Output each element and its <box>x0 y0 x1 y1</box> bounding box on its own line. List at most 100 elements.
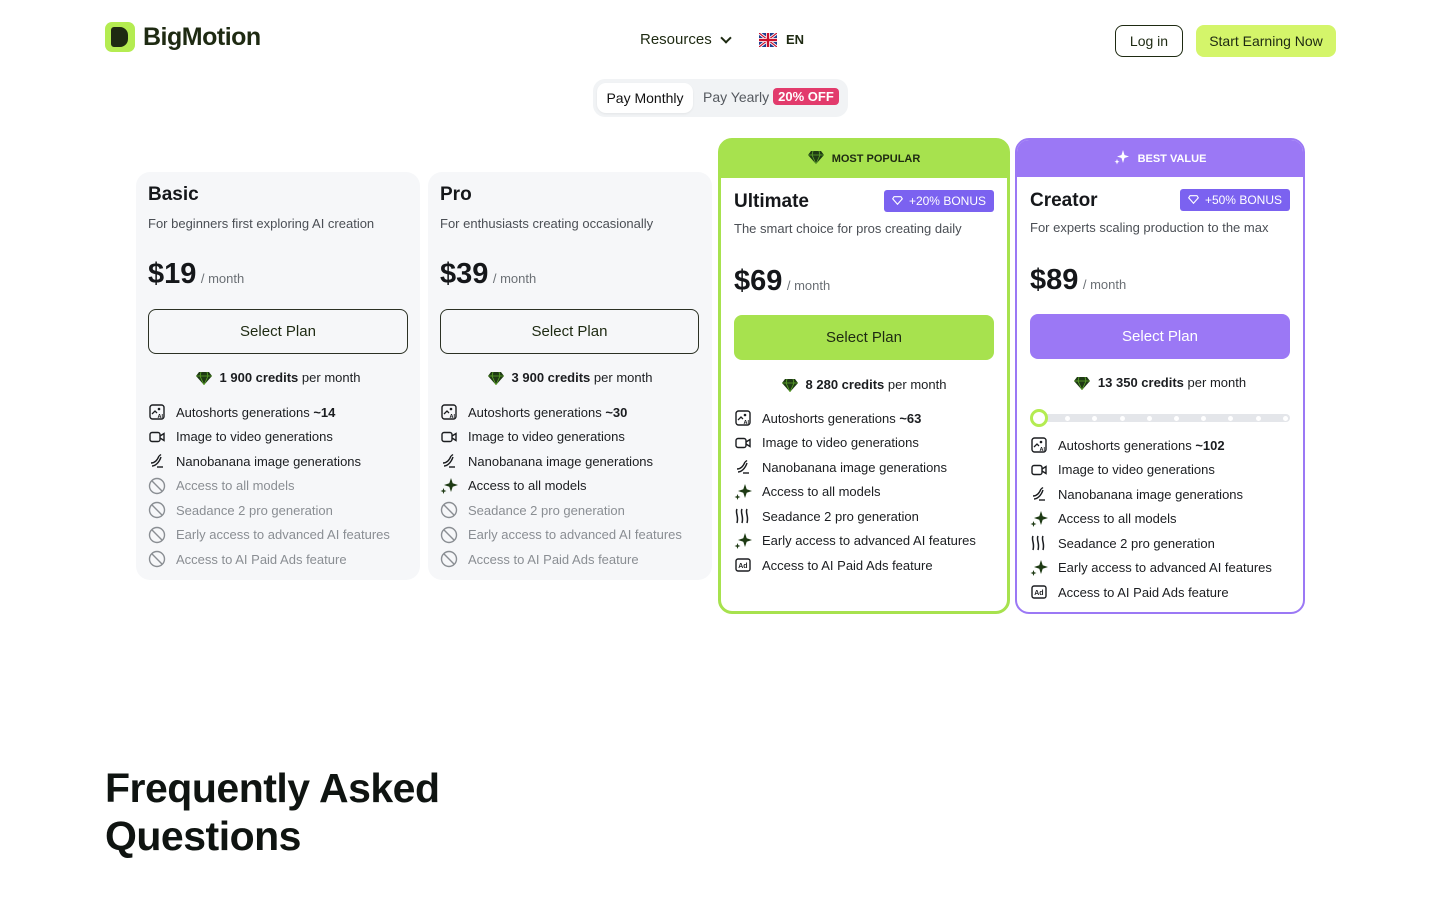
feature-label: Nanobanana image generations <box>762 460 947 475</box>
credits-value: 8 280 credits <box>805 377 885 392</box>
disabled-icon <box>440 550 458 568</box>
feature-item: Access to all models <box>440 474 705 499</box>
sparkle-icon <box>1030 559 1048 577</box>
svg-text:AI: AI <box>1040 447 1046 453</box>
plan-credits: 8 280 credits per month <box>734 377 994 393</box>
slider-thumb[interactable] <box>1030 409 1048 427</box>
feature-label: Seadance 2 pro generation <box>1058 536 1215 551</box>
nanobanana-icon <box>440 452 458 470</box>
plan-credits: 13 350 credits per month <box>1030 375 1290 391</box>
plan-card-ultimate: MOST POPULAR Ultimate The smart choice f… <box>718 138 1010 614</box>
feature-count: ~30 <box>605 404 628 420</box>
credits-slider[interactable] <box>1030 409 1290 427</box>
feature-text: Seadance 2 pro generation <box>468 502 625 518</box>
disabled-icon <box>148 550 166 568</box>
feature-text: Image to video generations <box>762 435 919 451</box>
select-plan-button[interactable]: Select Plan <box>148 309 408 354</box>
feature-item: Access to AI Paid Ads feature <box>148 547 413 572</box>
feature-label: Early access to advanced AI features <box>1058 560 1272 575</box>
diamond-icon <box>1073 376 1090 391</box>
feature-text: Autoshorts generations <box>762 410 900 426</box>
select-plan-button[interactable]: Select Plan <box>1030 314 1290 359</box>
plan-card-creator: BEST VALUE Creator For experts scaling p… <box>1015 138 1305 614</box>
feature-label: Access to all models <box>762 484 881 499</box>
feature-text: Access to all models <box>1058 511 1177 527</box>
feature-label: Access to AI Paid Ads feature <box>1058 585 1229 600</box>
seadance-icon <box>734 507 752 525</box>
price-amount: $89 <box>1030 264 1079 296</box>
feature-item: Nanobanana image generations <box>734 455 999 480</box>
best-value-banner: BEST VALUE <box>1017 140 1303 177</box>
login-button[interactable]: Log in <box>1115 25 1183 57</box>
diamond-icon <box>781 378 798 393</box>
feature-text: Image to video generations <box>1058 462 1215 478</box>
plan-price: $89 / month <box>1030 264 1126 297</box>
plan-name: Basic <box>148 184 199 205</box>
feature-label: Access to AI Paid Ads feature <box>762 558 933 573</box>
feature-text: Early access to advanced AI features <box>1058 560 1272 576</box>
feature-text: Nanobanana image generations <box>1058 486 1244 502</box>
plan-card-basic: Basic For beginners first exploring AI c… <box>136 172 420 580</box>
price-period: / month <box>1082 277 1127 292</box>
price-period: / month <box>200 271 245 286</box>
feature-label: Access to AI Paid Ads feature <box>468 552 639 567</box>
feature-text: Nanobanana image generations <box>468 453 654 469</box>
feature-count: ~14 <box>313 404 336 420</box>
slider-step-dot <box>1282 416 1288 421</box>
feature-text: Seadance 2 pro generation <box>176 502 333 518</box>
svg-text:Ad: Ad <box>1034 590 1043 597</box>
price-amount: $39 <box>440 258 489 290</box>
nanobanana-icon <box>1030 485 1048 503</box>
language-selector[interactable]: EN <box>759 32 804 47</box>
feature-list: AI Autoshorts generations ~63 Image to vid… <box>734 406 999 578</box>
plan-price: $39 / month <box>440 258 536 291</box>
plan-card-pro: Pro For enthusiasts creating occasionall… <box>428 172 712 580</box>
feature-text: Access to AI Paid Ads feature <box>468 551 639 567</box>
feature-label: Early access to advanced AI features <box>176 527 390 542</box>
nav-resources-menu[interactable]: Resources <box>640 31 732 48</box>
feature-text: Early access to advanced AI features <box>762 533 976 549</box>
select-plan-button[interactable]: Select Plan <box>734 315 994 360</box>
feature-item: Seadance 2 pro generation <box>440 498 705 523</box>
diamond-icon <box>487 371 504 386</box>
feature-text: Seadance 2 pro generation <box>1058 535 1215 551</box>
feature-label: Autoshorts generations ~102 <box>1058 438 1225 453</box>
feature-item: Early access to advanced AI features <box>440 523 705 548</box>
disabled-icon <box>440 526 458 544</box>
feature-item: Image to video generations <box>734 431 999 456</box>
feature-item: Image to video generations <box>1030 458 1295 483</box>
plan-credits: 3 900 credits per month <box>440 370 700 386</box>
feature-item: Nanobanana image generations <box>1030 482 1295 507</box>
svg-text:AI: AI <box>450 414 456 420</box>
pay-yearly-option[interactable]: Pay Yearly 20% OFF <box>703 88 839 105</box>
feature-label: Autoshorts generations ~63 <box>762 411 921 426</box>
plan-name: Pro <box>440 184 472 205</box>
feature-item: Image to video generations <box>440 425 705 450</box>
feature-text: Access to AI Paid Ads feature <box>1058 584 1229 600</box>
sparkle-icon <box>734 483 752 501</box>
start-earning-button[interactable]: Start Earning Now <box>1196 25 1336 57</box>
logo[interactable]: BigMotion <box>105 22 261 52</box>
bonus-label: +20% BONUS <box>908 194 986 208</box>
pay-monthly-option[interactable]: Pay Monthly <box>597 83 693 113</box>
feature-text: Autoshorts generations <box>176 404 314 420</box>
feature-text: Access to AI Paid Ads feature <box>762 557 933 573</box>
feature-list: AI Autoshorts generations ~102 Image to vi… <box>1030 433 1295 605</box>
ads-icon: Ad <box>734 556 752 574</box>
price-amount: $19 <box>148 258 197 290</box>
feature-label: Access to all models <box>468 478 587 493</box>
feature-label: Seadance 2 pro generation <box>176 503 333 518</box>
bonus-label: +50% BONUS <box>1204 193 1282 207</box>
autoshorts-icon: AI <box>148 403 166 421</box>
feature-text: Nanobanana image generations <box>176 453 362 469</box>
credits-value: 13 350 credits <box>1097 375 1184 390</box>
feature-item: AI Autoshorts generations ~30 <box>440 400 705 425</box>
feature-label: Image to video generations <box>1058 462 1215 477</box>
select-plan-button[interactable]: Select Plan <box>440 309 699 354</box>
feature-label: Nanobanana image generations <box>1058 487 1243 502</box>
plan-description: For experts scaling production to the ma… <box>1030 220 1269 235</box>
feature-item: Nanobanana image generations <box>148 449 413 474</box>
language-label: EN <box>786 32 805 47</box>
autoshorts-icon: AI <box>1030 436 1048 454</box>
feature-label: Early access to advanced AI features <box>762 533 976 548</box>
